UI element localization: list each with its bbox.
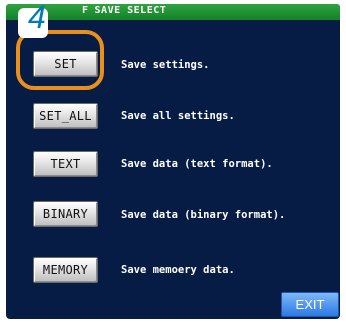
binary-description: Save data (binary format). xyxy=(121,209,286,221)
title-bar: F SAVE SELECT xyxy=(6,4,340,20)
exit-button[interactable]: EXIT xyxy=(281,292,339,317)
text-description: Save data (text format). xyxy=(121,158,273,170)
set-all-description: Save all settings. xyxy=(121,110,235,122)
memory-button[interactable]: MEMORY xyxy=(33,257,98,283)
screen-title: SAVE SELECT xyxy=(94,5,167,16)
title-text: F SAVE SELECT xyxy=(82,5,166,16)
step-number-label: 4 xyxy=(28,0,46,35)
title-prefix: F xyxy=(82,5,89,16)
binary-button[interactable]: BINARY xyxy=(33,201,98,227)
text-button[interactable]: TEXT xyxy=(33,151,98,177)
highlight-ring xyxy=(16,30,104,90)
set-description: Save settings. xyxy=(121,59,210,71)
set-all-button[interactable]: SET_ALL xyxy=(33,103,98,129)
memory-description: Save memoery data. xyxy=(121,264,235,276)
